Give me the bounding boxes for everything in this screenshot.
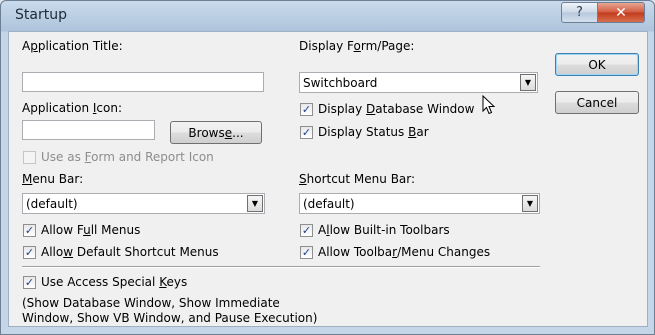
startup-dialog: Startup ? ✕ Application Title: Applicati… <box>0 0 655 335</box>
allow-builtin-toolbars-label: Allow Built-in Toolbars <box>318 223 450 237</box>
use-as-form-icon-checkbox[interactable] <box>23 151 36 164</box>
use-access-special-keys-label: Use Access Special Keys <box>41 275 188 289</box>
display-database-window-checkbox[interactable]: ✓ <box>300 103 313 116</box>
help-button[interactable]: ? <box>561 2 598 23</box>
special-keys-note-line2: Window, Show VB Window, and Pause Execut… <box>22 311 318 325</box>
allow-default-shortcut-menus-checkbox[interactable]: ✓ <box>23 246 36 259</box>
display-form-label: Display Form/Page: <box>299 39 415 53</box>
shortcut-menu-bar-label: Shortcut Menu Bar: <box>299 172 416 186</box>
display-form-select[interactable]: Switchboard ▼ <box>299 72 538 93</box>
use-access-special-keys-checkbox[interactable]: ✓ <box>23 276 36 289</box>
cancel-button[interactable]: Cancel <box>555 91 639 114</box>
mouse-cursor-icon <box>482 95 496 115</box>
shortcut-menu-bar-select[interactable]: (default) ▼ <box>299 193 540 214</box>
allow-full-menus-label: Allow Full Menus <box>41 223 141 237</box>
chevron-down-icon[interactable]: ▼ <box>520 74 536 91</box>
chevron-down-icon[interactable]: ▼ <box>247 195 263 212</box>
display-status-bar-label: Display Status Bar <box>318 125 429 139</box>
allow-builtin-toolbars-checkbox[interactable]: ✓ <box>300 224 313 237</box>
title-bar[interactable]: Startup ? ✕ <box>1 1 654 31</box>
close-icon: ✕ <box>615 4 627 21</box>
menu-bar-label: Menu Bar: <box>22 172 84 186</box>
menu-bar-select[interactable]: (default) ▼ <box>22 193 265 214</box>
chevron-down-icon[interactable]: ▼ <box>522 195 538 212</box>
shortcut-menu-bar-value: (default) <box>303 197 355 211</box>
dialog-body: Application Title: Application Icon: Bro… <box>8 31 648 327</box>
separator <box>22 266 540 268</box>
browse-button[interactable]: Brows e... <box>170 121 262 144</box>
application-title-label: Application Title: <box>22 39 123 53</box>
display-database-window-label: Display Database Window <box>318 102 475 116</box>
ok-button[interactable]: OK <box>555 53 639 76</box>
allow-toolbar-menu-changes-checkbox[interactable]: ✓ <box>300 246 313 259</box>
application-icon-input[interactable] <box>22 120 155 140</box>
close-button[interactable]: ✕ <box>597 2 645 23</box>
display-form-value: Switchboard <box>303 76 378 90</box>
window-title: Startup <box>15 7 67 23</box>
allow-toolbar-menu-changes-label: Allow Toolbar/Menu Changes <box>318 245 491 259</box>
application-title-input[interactable] <box>22 72 264 92</box>
menu-bar-value: (default) <box>26 197 78 211</box>
display-status-bar-checkbox[interactable]: ✓ <box>300 126 313 139</box>
special-keys-note-line1: (Show Database Window, Show Immediate <box>22 296 280 310</box>
use-as-form-icon-label: Use as Form and Report Icon <box>41 150 214 164</box>
allow-default-shortcut-menus-label: Allow Default Shortcut Menus <box>41 245 219 259</box>
help-icon: ? <box>576 5 583 20</box>
allow-full-menus-checkbox[interactable]: ✓ <box>23 224 36 237</box>
application-icon-label: Application Icon: <box>22 101 123 115</box>
